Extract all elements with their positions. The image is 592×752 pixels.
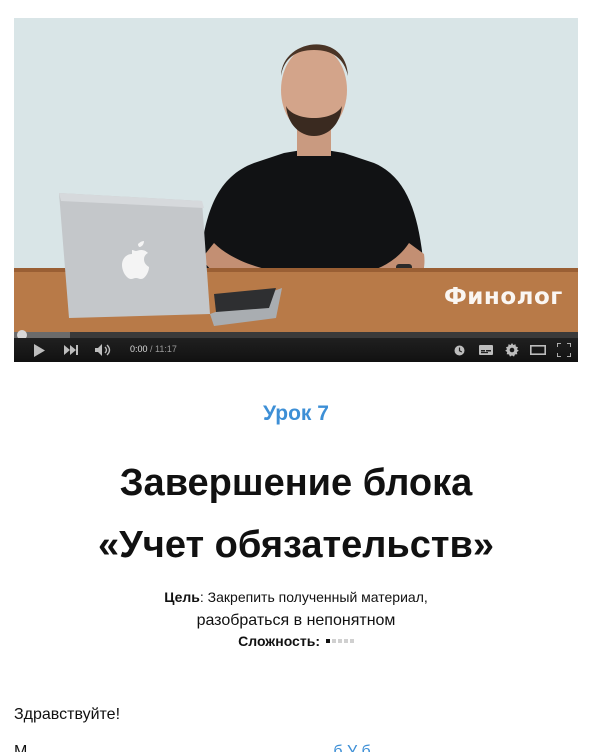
time-duration: 11:17	[155, 344, 177, 354]
intro-paragraph: Мб У б	[14, 743, 578, 752]
time-display: 0:00 / 11:17	[130, 344, 177, 354]
difficulty-dot	[331, 639, 336, 644]
video-frame[interactable]: Финолог	[14, 18, 578, 332]
goal-text-2: разобраться в непонятном	[196, 612, 396, 629]
time-separator: /	[147, 344, 156, 354]
fullscreen-icon	[557, 343, 571, 357]
paragraph-text: М	[14, 743, 28, 752]
video-player[interactable]: Финолог 0:00 / 11:17	[14, 18, 578, 362]
next-button[interactable]	[63, 342, 79, 358]
next-icon	[63, 345, 78, 355]
goal-text-1: : Закрепить полученный материал,	[199, 589, 428, 605]
difficulty-dot	[325, 639, 330, 644]
lesson-title: Завершение блока «Учет обязательств»	[0, 452, 592, 576]
player-controls: 0:00 / 11:17	[14, 338, 578, 362]
lesson-title-line1: Завершение блока	[119, 462, 473, 504]
greeting-text: Здравствуйте!	[14, 706, 121, 723]
fullscreen-button[interactable]	[556, 342, 572, 358]
channel-watermark: Финолог	[444, 284, 563, 310]
paragraph-link[interactable]: б У б	[333, 743, 370, 752]
difficulty-rating	[325, 639, 354, 644]
settings-icon	[505, 343, 519, 357]
play-icon	[34, 343, 45, 357]
lesson-title-line2: «Учет обязательств»	[98, 524, 494, 566]
lesson-difficulty: Сложность:	[0, 633, 592, 649]
goal-label: Цель	[164, 589, 200, 605]
theater-mode-button[interactable]	[530, 342, 546, 358]
difficulty-dot	[349, 639, 354, 644]
time-current: 0:00	[130, 344, 148, 354]
difficulty-separator: :	[315, 633, 320, 649]
settings-button[interactable]	[505, 342, 519, 358]
subtitles-button[interactable]	[479, 342, 493, 358]
lesson-goal: Цель: Закрепить полученный материал, раз…	[0, 586, 592, 632]
volume-icon	[95, 344, 111, 356]
subtitles-icon	[479, 345, 493, 355]
watch-later-button[interactable]	[453, 342, 465, 358]
lesson-number: Урок 7	[263, 402, 329, 425]
difficulty-label: Сложность	[238, 633, 316, 649]
volume-button[interactable]	[95, 342, 113, 358]
play-button[interactable]	[32, 342, 46, 358]
watch-later-icon	[454, 345, 464, 355]
difficulty-dot	[337, 639, 342, 644]
difficulty-dot	[343, 639, 348, 644]
theater-icon	[530, 345, 546, 355]
